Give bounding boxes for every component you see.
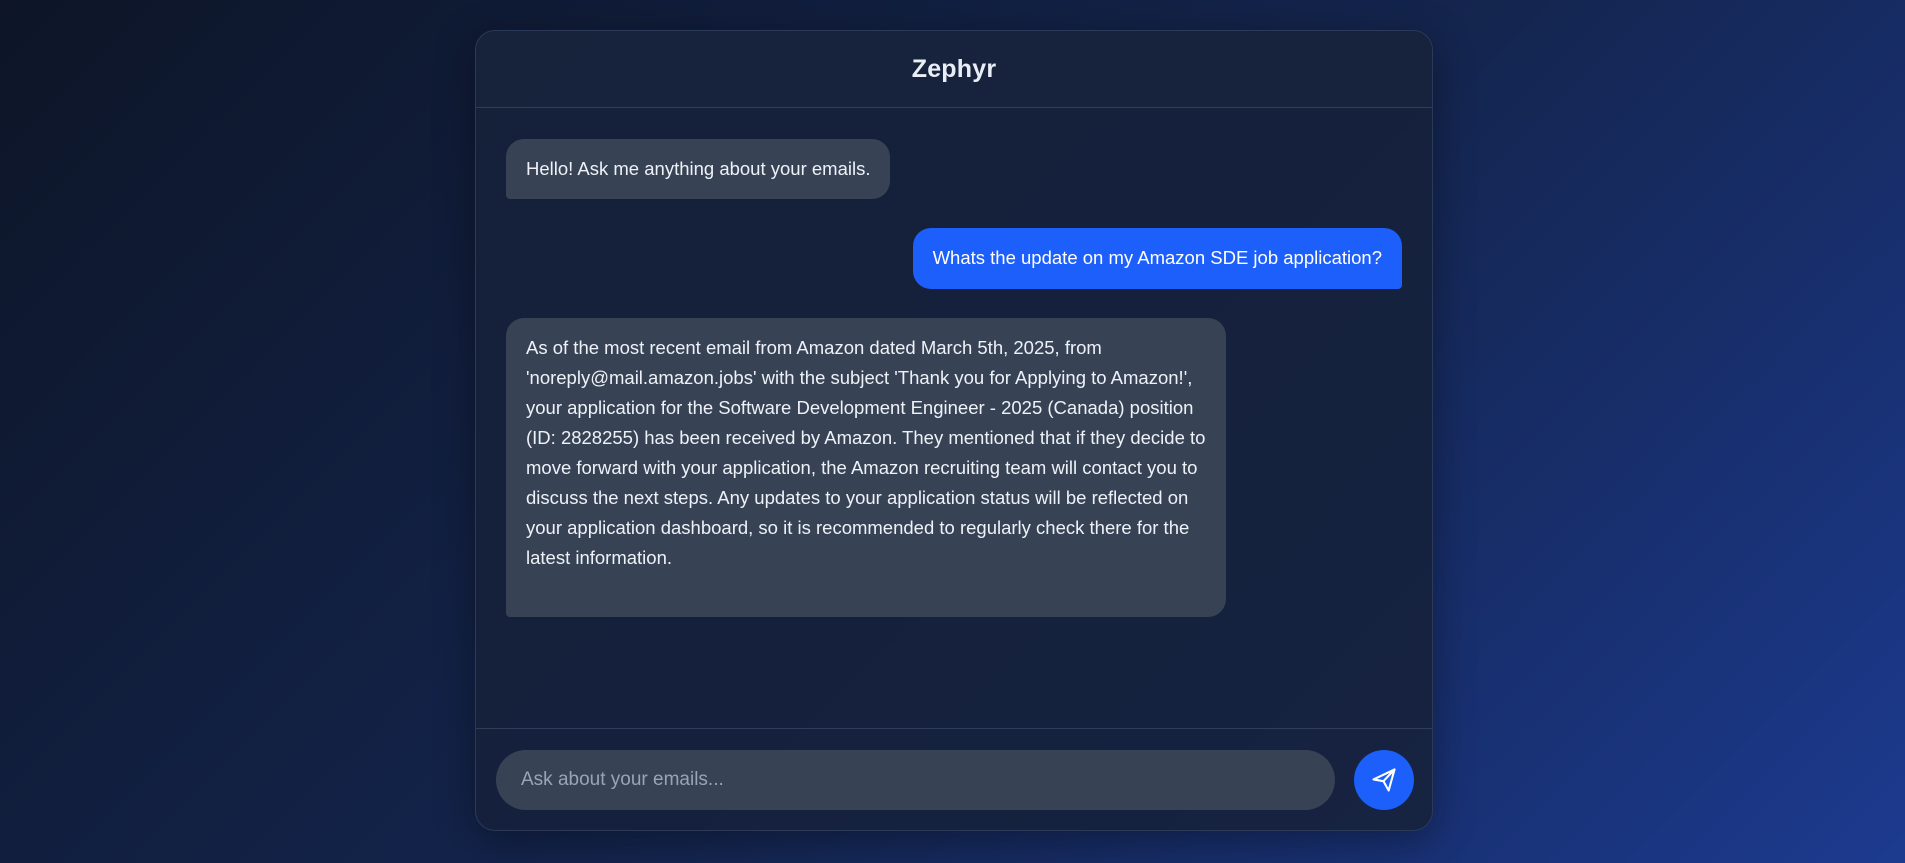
message-list: Hello! Ask me anything about your emails… xyxy=(476,108,1432,761)
message-input[interactable] xyxy=(496,750,1335,810)
chat-title: Zephyr xyxy=(911,54,997,83)
bot-message: As of the most recent email from Amazon … xyxy=(506,318,1226,617)
send-icon xyxy=(1372,768,1396,792)
composer xyxy=(476,728,1432,830)
chat-header: Zephyr xyxy=(476,31,1432,108)
user-message: Whats the update on my Amazon SDE job ap… xyxy=(912,228,1402,289)
bot-message: Hello! Ask me anything about your emails… xyxy=(506,139,891,199)
chat-window: Zephyr Hello! Ask me anything about your… xyxy=(475,30,1433,831)
send-button[interactable] xyxy=(1354,750,1414,810)
